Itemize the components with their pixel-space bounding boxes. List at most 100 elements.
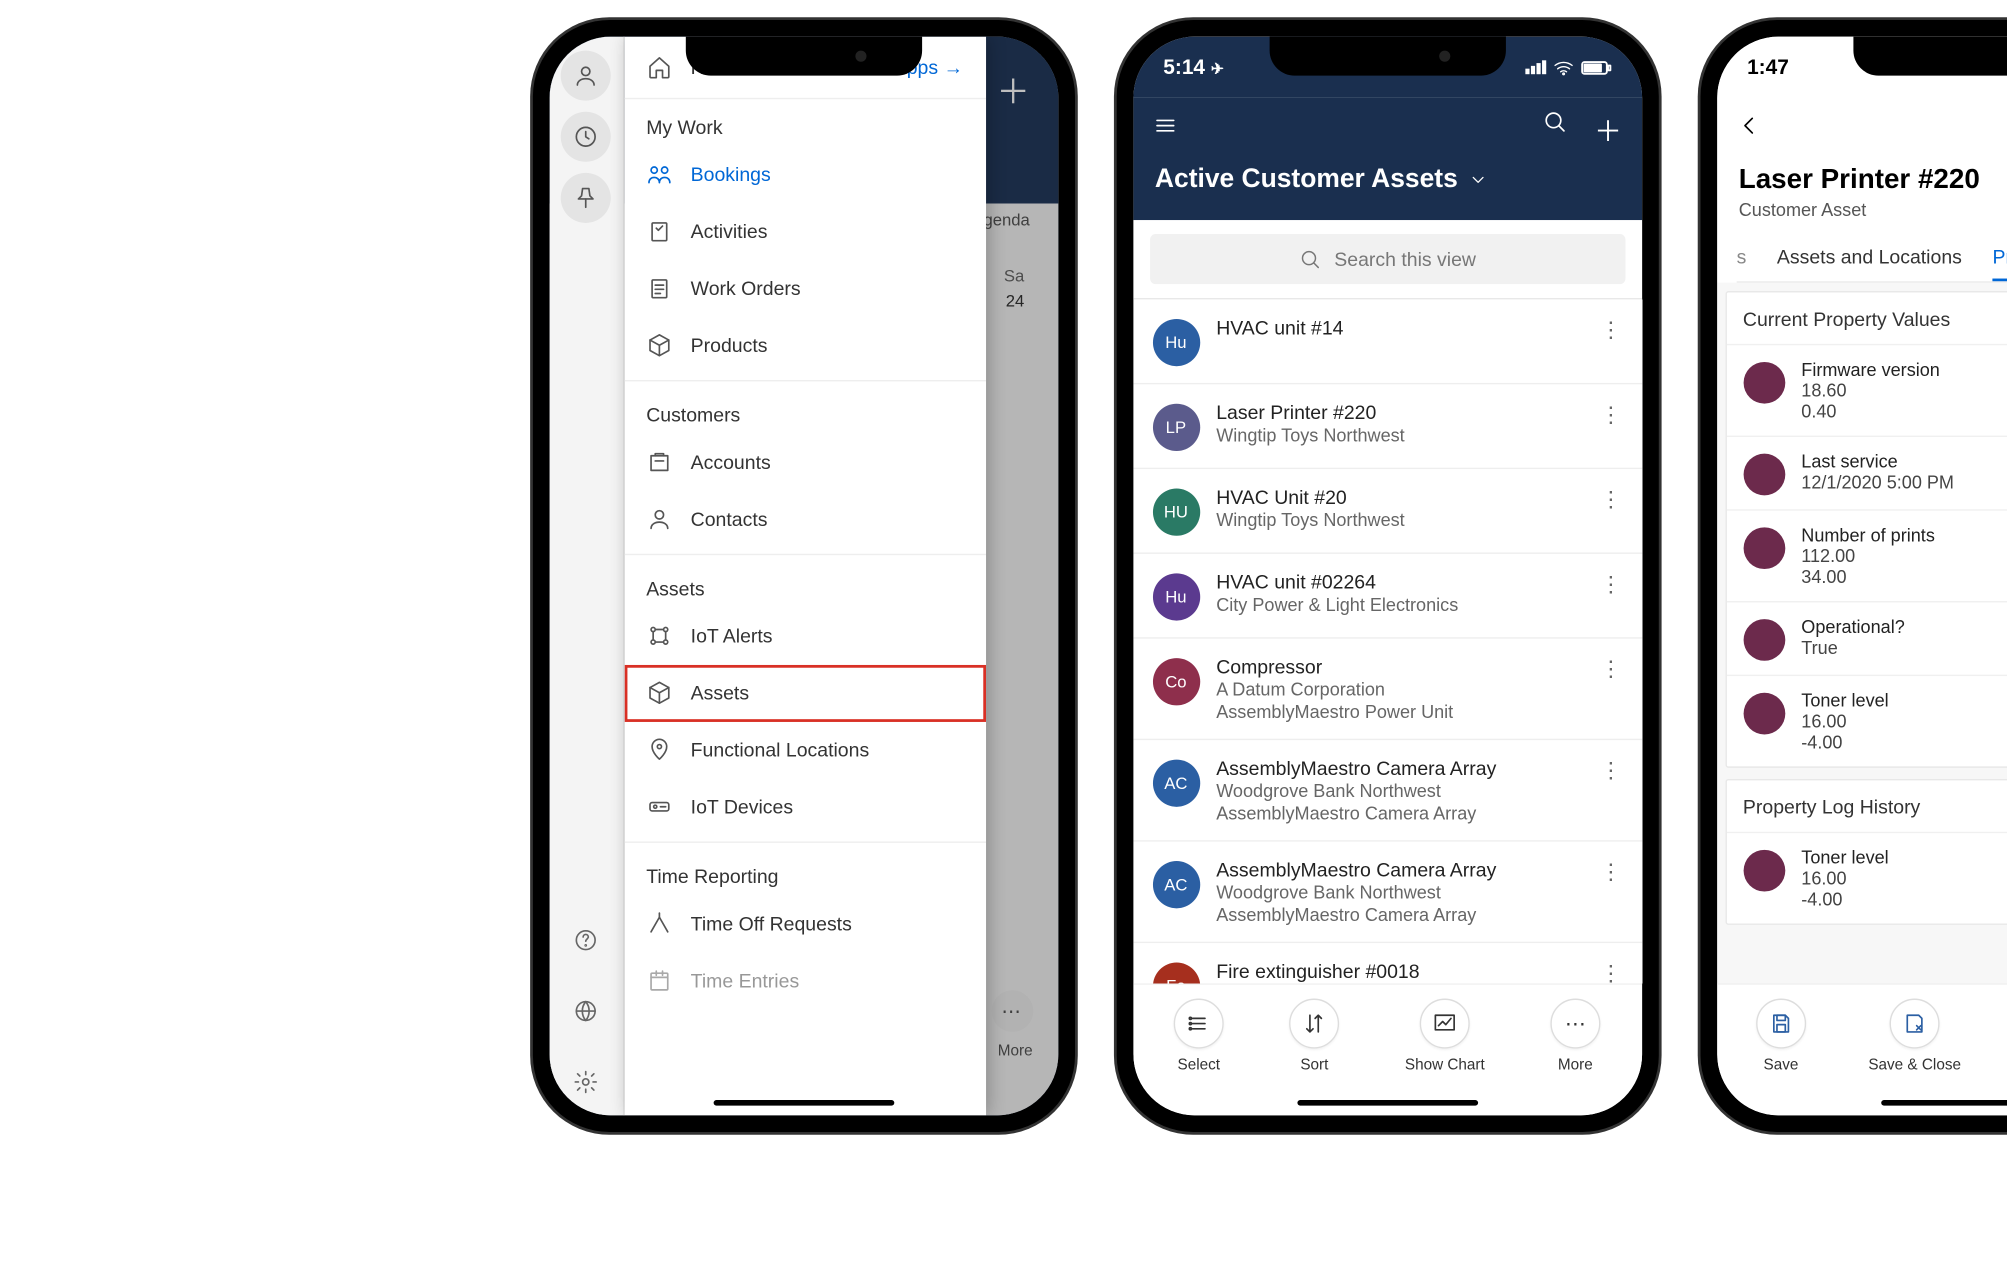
property-value: 16.00 [1801, 711, 1888, 732]
row-more-icon[interactable]: ⋮ [1600, 316, 1622, 344]
settings-icon[interactable] [573, 1056, 598, 1116]
row-more-icon[interactable]: ⋮ [1600, 486, 1622, 514]
asset-sub: A Datum Corporation [1216, 679, 1453, 700]
nav-accounts[interactable]: Accounts [624, 434, 985, 491]
property-name: Toner level [1801, 847, 1888, 868]
nav-contacts[interactable]: Contacts [624, 491, 985, 548]
phone-asset-detail: 1:47 LTE ＋ Laser Printer #220 Customer A… [1700, 20, 2007, 1132]
property-row[interactable]: Toner level 16.00 -4.00 ⋮ [1726, 675, 2007, 767]
record-subtitle: Customer Asset [1736, 197, 2007, 232]
tab-properties[interactable]: Properties [1992, 231, 2007, 281]
property-delta: -4.00 [1801, 732, 1888, 753]
property-dot [1743, 693, 1785, 735]
avatar: AC [1152, 861, 1199, 908]
tab-cut[interactable]: ers [1736, 231, 1746, 281]
nav-time-off[interactable]: Time Off Requests [624, 896, 985, 953]
property-dot [1743, 850, 1785, 892]
row-more-icon[interactable]: ⋮ [1600, 401, 1622, 429]
select-button[interactable]: Select [1174, 999, 1224, 1074]
property-dot [1743, 527, 1785, 569]
property-row[interactable]: Number of prints 112.00 34.00 ⋮ [1726, 509, 2007, 601]
card-title: Current Property Values [1743, 307, 1950, 329]
property-row[interactable]: Last service 12/1/2020 5:00 PM ⋮ [1726, 436, 2007, 510]
property-row[interactable]: Operational? True ⋮ [1726, 601, 2007, 675]
asset-list[interactable]: Hu HVAC unit #14 ⋮LP Laser Printer #220 … [1133, 299, 1642, 983]
asset-row[interactable]: LP Laser Printer #220 Wingtip Toys North… [1133, 384, 1642, 469]
card-title: Property Log History [1743, 795, 1920, 817]
time-entries-icon [646, 968, 671, 993]
property-dot [1743, 454, 1785, 496]
property-row[interactable]: Firmware version 18.60 0.40 ⋮ [1726, 344, 2007, 436]
bookings-icon [646, 162, 671, 187]
row-more-icon[interactable]: ⋮ [1600, 960, 1622, 984]
avatar: LP [1152, 404, 1199, 451]
asset-row[interactable]: Fe Fire extinguisher #0018 Woodgrove Ban… [1133, 943, 1642, 983]
record-title: Laser Printer #220 [1736, 159, 2007, 197]
asset-name: HVAC Unit #20 [1216, 486, 1404, 508]
nav-iot-devices[interactable]: IoT Devices [624, 779, 985, 836]
current-property-values-card: Current Property Values⋯ Firmware versio… [1725, 291, 2007, 768]
nav-bookings[interactable]: Bookings [624, 146, 985, 203]
section-my-work: My Work [624, 99, 985, 146]
view-title-dropdown[interactable]: Active Customer Assets [1152, 159, 1622, 206]
tab-assets-locations[interactable]: Assets and Locations [1777, 231, 1962, 281]
navigation-drawer: Home Apps → My Work Bookings Activities … [624, 37, 985, 1116]
nav-work-orders[interactable]: Work Orders [624, 260, 985, 317]
nav-time-entries[interactable]: Time Entries [624, 953, 985, 1010]
search-icon[interactable] [1541, 108, 1566, 148]
property-name: Firmware version [1801, 359, 1940, 380]
property-row[interactable]: Toner level 16.00 -4.00 ⋮ [1726, 832, 2007, 924]
save-close-button[interactable]: Save & Close [1868, 999, 1961, 1074]
search-input[interactable]: Search this view [1149, 234, 1624, 284]
property-value: True [1801, 637, 1904, 658]
asset-row[interactable]: AC AssemblyMaestro Camera Array Woodgrov… [1133, 740, 1642, 841]
property-name: Last service [1801, 451, 1954, 472]
search-placeholder: Search this view [1334, 248, 1476, 270]
accounts-icon [646, 450, 671, 475]
row-more-icon[interactable]: ⋮ [1600, 757, 1622, 785]
asset-row[interactable]: HU HVAC Unit #20 Wingtip Toys Northwest … [1133, 469, 1642, 554]
asset-row[interactable]: AC AssemblyMaestro Camera Array Woodgrov… [1133, 841, 1642, 942]
asset-name: AssemblyMaestro Camera Array [1216, 858, 1496, 880]
row-more-icon[interactable]: ⋮ [1600, 655, 1622, 683]
property-name: Toner level [1801, 690, 1888, 711]
nav-iot-alerts[interactable]: IoT Alerts [624, 608, 985, 665]
pin-icon[interactable] [561, 173, 611, 223]
nav-assets[interactable]: Assets [624, 665, 985, 722]
globe-icon[interactable] [573, 985, 598, 1045]
save-button[interactable]: Save [1756, 999, 1806, 1074]
asset-sub2: AssemblyMaestro Camera Array [1216, 803, 1496, 824]
row-more-icon[interactable]: ⋮ [1600, 858, 1622, 886]
asset-row[interactable]: Hu HVAC unit #02264 City Power & Light E… [1133, 554, 1642, 639]
activities-icon [646, 219, 671, 244]
asset-name: HVAC unit #14 [1216, 316, 1343, 338]
nav-functional-locations[interactable]: Functional Locations [624, 722, 985, 779]
property-dot [1743, 362, 1785, 404]
row-more-icon[interactable]: ⋮ [1600, 570, 1622, 598]
asset-row[interactable]: Hu HVAC unit #14 ⋮ [1133, 299, 1642, 384]
help-icon[interactable] [573, 914, 598, 974]
asset-sub2: AssemblyMaestro Power Unit [1216, 701, 1453, 722]
avatar: Hu [1152, 319, 1199, 366]
show-chart-button[interactable]: Show Chart [1405, 999, 1485, 1074]
phone-navigation-drawer: ＋ genda Sa 24 ⋯ More [532, 20, 1074, 1132]
avatar: HU [1152, 488, 1199, 535]
asset-name: AssemblyMaestro Camera Array [1216, 757, 1496, 779]
property-value: 16.00 [1801, 868, 1888, 889]
bottom-toolbar: Select Sort Show Chart ⋯More [1133, 983, 1642, 1115]
work-orders-icon [646, 276, 671, 301]
sort-button[interactable]: Sort [1289, 999, 1339, 1074]
back-icon[interactable] [1736, 112, 1761, 144]
hamburger-icon[interactable] [1152, 112, 1177, 144]
asset-name: Laser Printer #220 [1216, 401, 1404, 423]
contacts-icon [646, 507, 671, 532]
more-button[interactable]: ⋯More [1550, 999, 1600, 1074]
profile-icon[interactable] [561, 51, 611, 101]
recent-icon[interactable] [561, 112, 611, 162]
property-value: 12/1/2020 5:00 PM [1801, 472, 1954, 493]
nav-products[interactable]: Products [624, 317, 985, 374]
asset-sub2: AssemblyMaestro Camera Array [1216, 904, 1496, 925]
asset-row[interactable]: Co Compressor A Datum Corporation Assemb… [1133, 639, 1642, 740]
add-icon[interactable]: ＋ [1594, 108, 1622, 148]
nav-activities[interactable]: Activities [624, 203, 985, 260]
